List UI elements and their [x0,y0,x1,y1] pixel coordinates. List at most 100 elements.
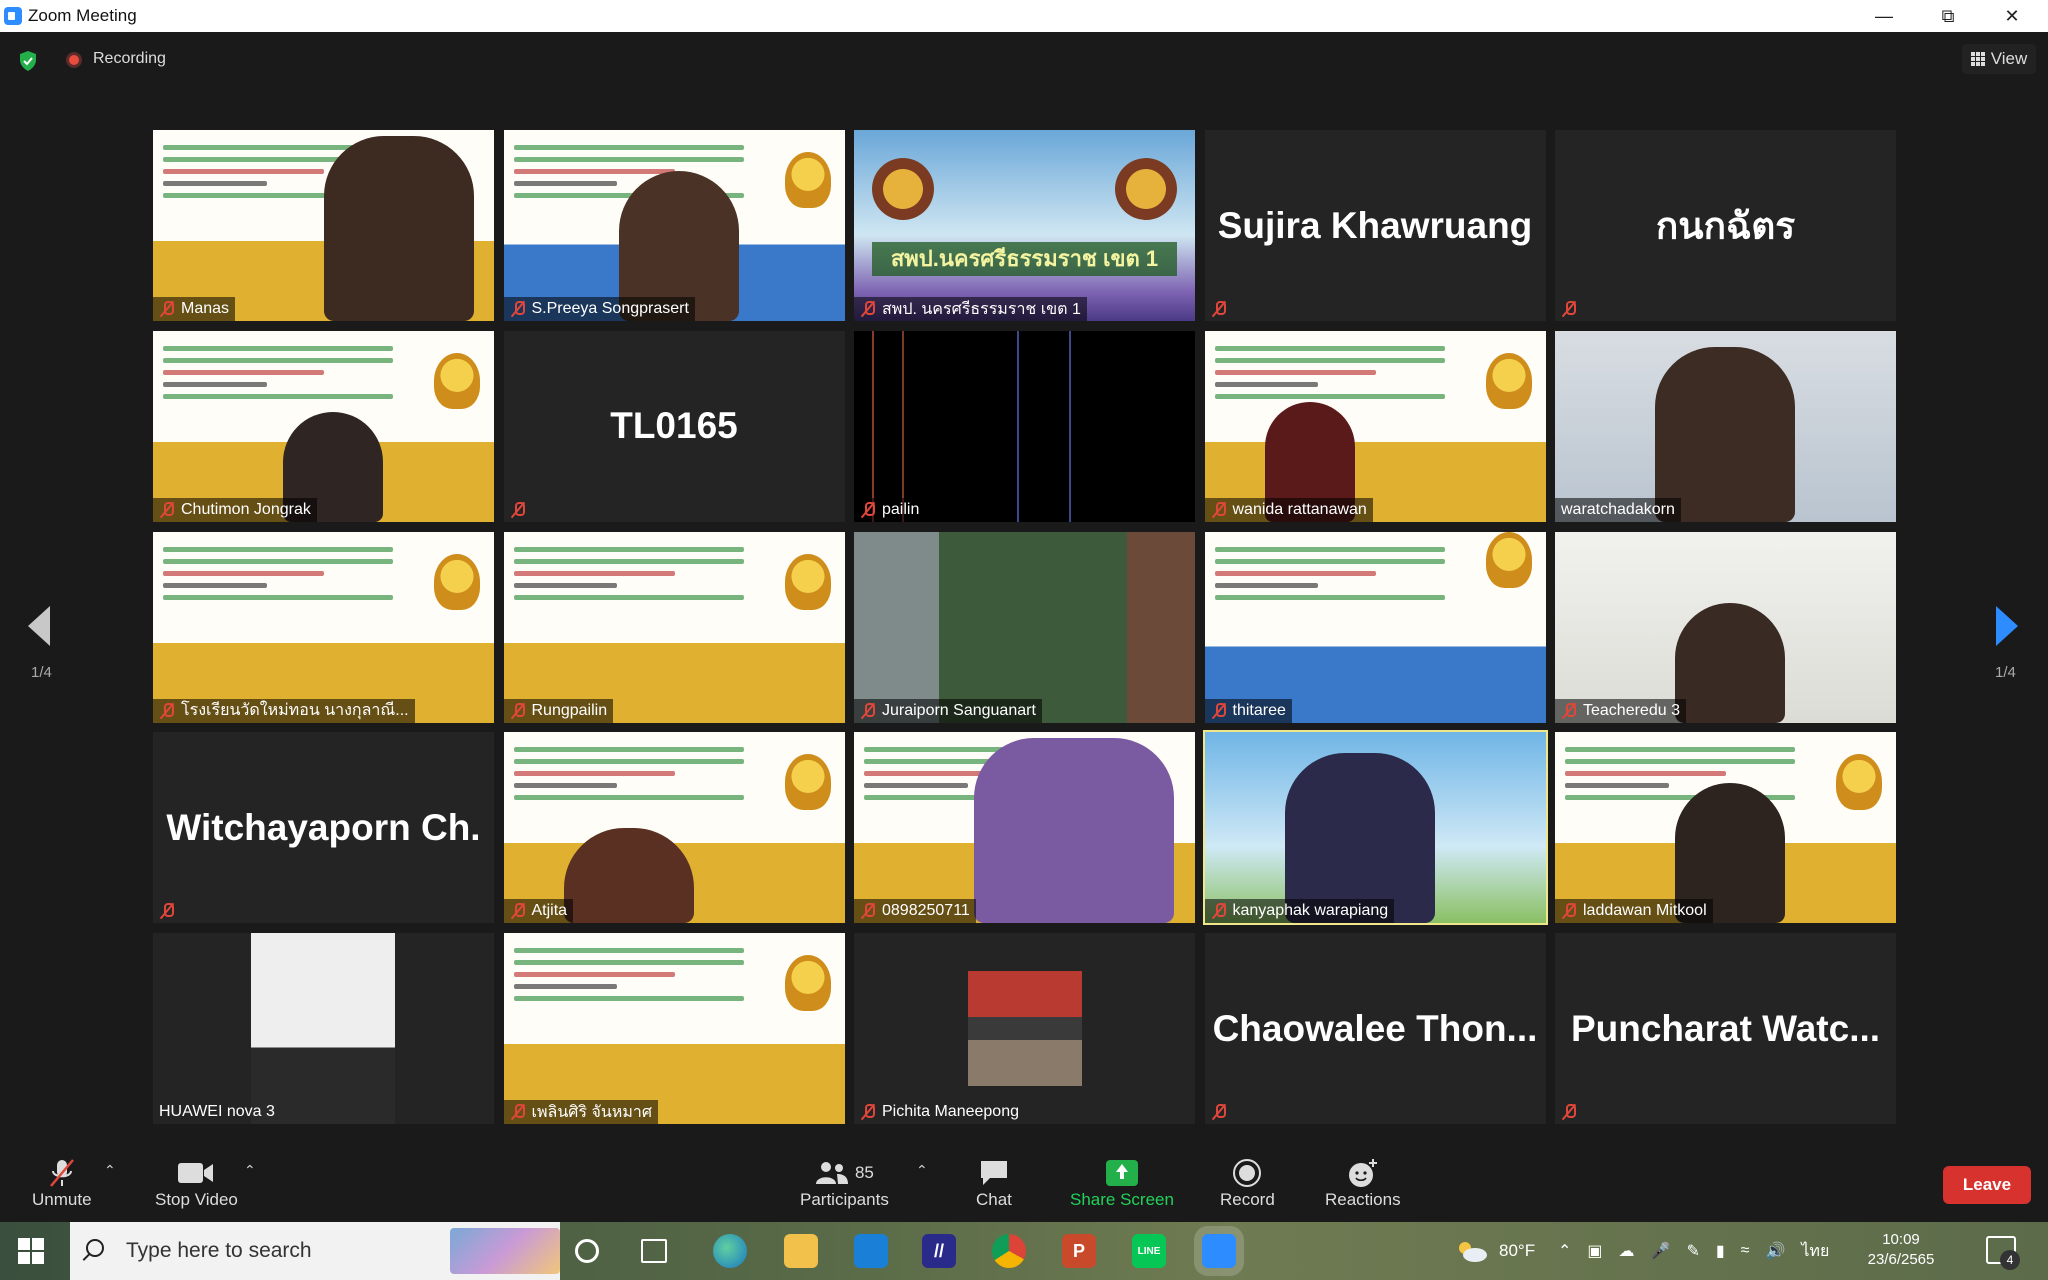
wifi-icon[interactable]: ≈ [1741,1242,1750,1260]
participants-options-caret-icon[interactable]: ⌃ [916,1162,928,1179]
onedrive-cloud-icon[interactable]: ☁ [1619,1241,1635,1261]
muted-mic-icon [510,501,526,519]
participant-tile[interactable]: laddawan Mitkool [1555,732,1896,924]
reactions-smiley-icon [1348,1159,1377,1187]
show-hidden-icons-chevron-icon[interactable]: ⌃ [1558,1241,1571,1261]
reactions-button[interactable]: Reactions [1325,1156,1401,1210]
participant-name-label: สพป. นครศรีธรรมราช เขต 1 [854,297,1087,321]
leave-meeting-button[interactable]: Leave [1943,1166,2031,1204]
task-view-icon[interactable] [641,1239,667,1263]
temple-banner-text: สพป.นครศรีธรรมราช เขต 1 [872,242,1177,276]
volume-icon[interactable]: 🔊 [1765,1241,1785,1261]
participant-name-label: โรงเรียนวัดใหม่ทอน นางกุลาณี... [153,698,415,723]
muted-mic-icon [159,300,175,318]
powerpoint-icon[interactable]: P [1062,1234,1096,1268]
chat-button[interactable]: Chat [976,1156,1012,1210]
participant-tile[interactable]: wanida rattanawan [1204,330,1546,522]
meet-now-icon[interactable]: ▣ [1587,1241,1602,1261]
app-icon[interactable]: // [922,1234,956,1268]
notification-center-icon[interactable]: 4 [1986,1236,2020,1270]
participant-tile[interactable]: กนกฉัตร [1555,130,1896,321]
search-placeholder: Type here to search [126,1239,312,1262]
participant-tile[interactable]: HUAWEI nova 3 [153,933,494,1124]
participant-name-label: Rungpailin [503,698,614,723]
participant-tile[interactable]: thitaree [1204,531,1546,723]
participant-tile[interactable]: Witchayaporn Ch. [153,732,494,924]
pen-icon[interactable]: ✎ [1686,1241,1699,1261]
edge-browser-icon[interactable] [713,1234,747,1268]
participant-tile[interactable]: Chutimon Jongrak [153,330,494,522]
participant-name-label: เพลินศิริ จันหมาศ [503,1100,658,1124]
participant-tile[interactable]: pailin [854,330,1195,522]
participant-display-name: TL0165 [610,405,738,447]
participant-tile[interactable]: สพป.นครศรีธรรมราช เขต 1 สพป. นครศรีธรรมร… [854,130,1195,321]
search-icon [86,1239,104,1257]
weather-widget[interactable]: 80°F [1455,1222,1535,1280]
muted-mic-icon [1211,702,1227,720]
minimize-button[interactable]: — [1852,0,1916,32]
grid-view-icon [1970,52,1985,66]
participant-name-label: 0898250711 [854,899,976,924]
close-button[interactable]: ✕ [1980,0,2044,32]
participant-tile[interactable]: S.Preeya Songprasert [503,130,845,321]
zoom-taskbar-icon[interactable] [1202,1234,1236,1268]
participant-tile[interactable]: Puncharat Watc... [1555,933,1896,1124]
participant-tile[interactable]: เพลินศิริ จันหมาศ [503,933,845,1124]
share-screen-button[interactable]: Share Screen [1070,1156,1174,1210]
windows-start-icon[interactable] [18,1238,44,1264]
participant-name-label: Manas [153,297,236,321]
video-options-caret-icon[interactable]: ⌃ [244,1162,256,1179]
participant-name-label: HUAWEI nova 3 [159,1103,275,1120]
record-icon [1233,1159,1262,1187]
participant-tile[interactable]: 0898250711 [854,732,1195,924]
taskbar-clock[interactable]: 10:09 23/6/2565 [1856,1230,1946,1270]
unmute-button[interactable]: Unmute [32,1156,92,1210]
chrome-icon[interactable] [992,1234,1026,1268]
muted-mic-icon [1211,300,1227,318]
cortana-icon[interactable] [575,1239,599,1263]
record-button[interactable]: Record [1220,1156,1275,1210]
participant-name-label: Chutimon Jongrak [153,497,317,522]
participant-tile-active-speaker[interactable]: kanyaphak warapiang [1202,730,1548,926]
participant-tile[interactable]: waratchadakorn [1555,330,1896,522]
participant-name-label [504,498,532,522]
participant-name-label: pailin [854,497,926,522]
participant-tile[interactable]: Sujira Khawruang [1204,130,1546,321]
participant-tile[interactable]: Teacheredu 3 [1555,531,1896,723]
participant-tile[interactable]: Rungpailin [503,531,845,723]
security-shield-icon[interactable] [18,50,38,72]
taskbar-search-box[interactable]: Type here to search [70,1222,560,1280]
participant-name-label: S.Preeya Songprasert [503,297,695,321]
windows-taskbar: Type here to search // P LINE 80°F ⌃ ▣ ☁… [0,1222,2048,1280]
participant-tile[interactable]: Juraiporn Sanguanart [854,531,1195,723]
participant-tile[interactable]: Chaowalee Thon... [1204,933,1546,1124]
audio-options-caret-icon[interactable]: ⌃ [104,1162,116,1179]
muted-mic-icon [510,702,526,720]
muted-mic-icon [159,902,175,920]
line-app-icon[interactable]: LINE [1132,1234,1166,1268]
participants-button[interactable]: 85 Participants [800,1156,889,1210]
restore-button[interactable]: ⧉ [1916,0,1980,32]
microphone-icon[interactable]: 🎤 [1651,1241,1671,1261]
participants-count: 85 [854,1163,874,1182]
previous-page-arrow-icon[interactable] [28,606,50,646]
participant-tile[interactable]: Manas [153,130,494,321]
clock-time: 10:09 [1882,1231,1920,1248]
participant-tile[interactable]: TL0165 [503,330,845,522]
participant-name-label [153,899,181,923]
participant-tile[interactable]: Atjita [503,732,845,924]
battery-icon[interactable]: ▮ [1716,1241,1725,1261]
participant-name-label: laddawan Mitkool [1555,899,1713,924]
next-page-arrow-icon[interactable] [1996,606,2018,646]
participants-icon [815,1162,848,1184]
meeting-topbar: Recording View [0,32,2048,88]
view-button[interactable]: View [1962,44,2036,74]
mail-icon[interactable] [854,1234,888,1268]
participant-name-label [1555,1100,1583,1124]
participant-tile[interactable]: โรงเรียนวัดใหม่ทอน นางกุลาณี... [153,531,494,723]
participant-display-name: กนกฉัตร [1655,205,1796,246]
language-indicator[interactable]: ไทย [1801,1239,1829,1264]
file-explorer-icon[interactable] [784,1234,818,1268]
participant-tile[interactable]: Pichita Maneepong [854,933,1195,1124]
stop-video-button[interactable]: Stop Video [155,1156,238,1210]
